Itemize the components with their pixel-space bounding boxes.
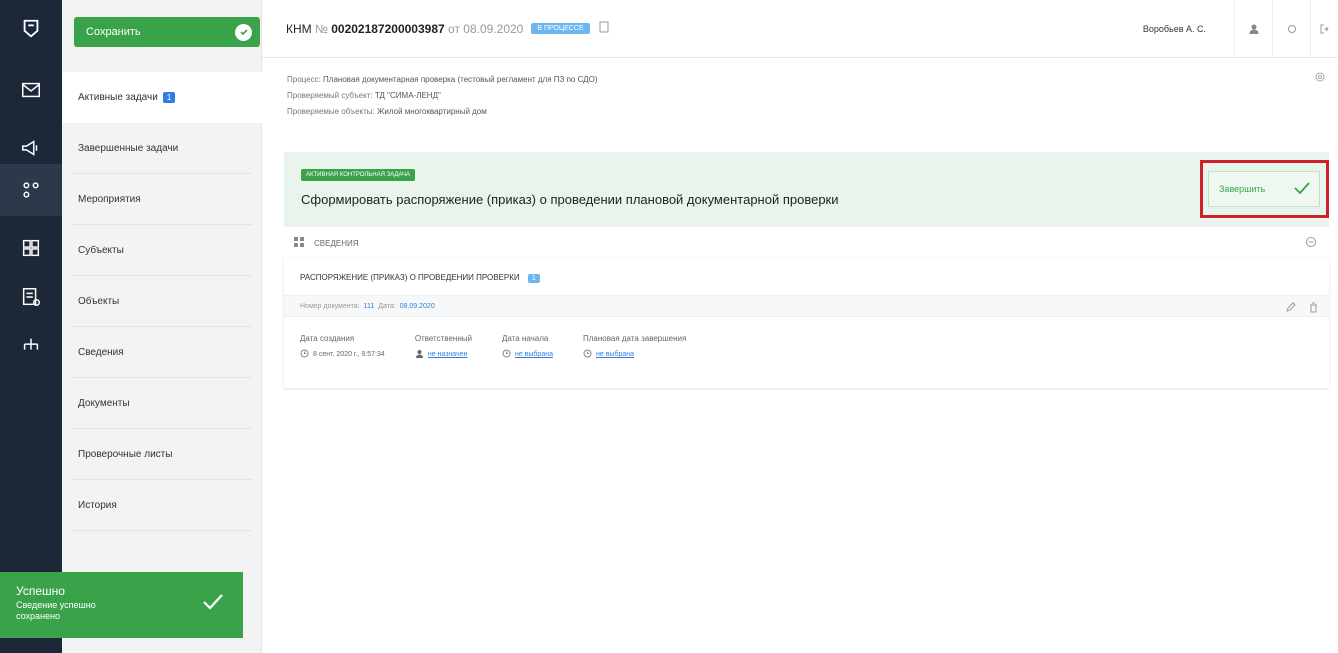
start-date-link[interactable]: не выбрана <box>515 351 553 358</box>
nav-item-completed-tasks[interactable]: Завершенные задачи <box>72 123 252 174</box>
field-responsible: Ответственный не назначен <box>415 334 472 360</box>
responsible-link[interactable]: не назначен <box>428 351 468 358</box>
task-title: Сформировать распоряжение (приказ) о про… <box>301 192 839 207</box>
title-prefix: КНМ <box>286 21 312 36</box>
doc-date-label: Дата: <box>378 302 396 310</box>
number-prefix: № <box>315 21 328 36</box>
document-card: РАСПОРЯЖЕНИЕ (ПРИКАЗ) О ПРОВЕДЕНИИ ПРОВЕ… <box>284 258 1329 388</box>
field-created: Дата создания 8 сент. 2020 г., 9:57:34 <box>300 334 385 360</box>
inspection-date: 08.09.2020 <box>463 21 524 36</box>
check-icon <box>1293 181 1311 197</box>
status-badge: В ПРОЦЕССЕ <box>531 23 590 34</box>
field-planned-end-date: Плановая дата завершения не выбрана <box>583 334 686 360</box>
gear-icon[interactable] <box>1314 70 1326 88</box>
nav-item-label: Проверочные листы <box>78 448 173 460</box>
nav-item-active-tasks[interactable]: Активные задачи 1 <box>62 72 262 123</box>
nav-item-label: Активные задачи <box>78 92 158 103</box>
finish-button[interactable]: Завершить <box>1208 171 1320 207</box>
user-icon <box>415 349 424 360</box>
check-icon <box>235 23 252 41</box>
field-label: Плановая дата завершения <box>582 334 687 343</box>
nav-item-history[interactable]: История <box>72 480 252 531</box>
report-icon[interactable] <box>0 271 62 323</box>
toast-message: Сведение успешно сохранено <box>16 600 96 621</box>
field-start-date: Дата начала не выбрана <box>502 334 553 360</box>
inspection-number: 00202187200003987 <box>331 21 445 36</box>
mail-icon[interactable] <box>0 64 62 116</box>
nav-item-label: Мероприятия <box>78 193 141 205</box>
subject-label: Проверяемый субъект: <box>287 91 373 100</box>
logout-icon[interactable] <box>1310 0 1338 58</box>
finish-button-label: Завершить <box>1219 184 1266 194</box>
edit-icon[interactable] <box>1285 300 1296 318</box>
field-label: Дата начала <box>501 334 549 343</box>
success-toast[interactable]: Успешно Сведение успешно сохранено <box>0 572 243 638</box>
save-button[interactable]: Сохранить <box>74 17 260 47</box>
document-icon[interactable] <box>598 20 610 38</box>
doc-date: 08.09.2020 <box>399 302 435 310</box>
nav-item-label: История <box>78 499 117 511</box>
nav-item-subjects[interactable]: Субъекты <box>72 225 252 276</box>
end-date-link[interactable]: не выбрана <box>596 351 634 358</box>
document-fields: Дата создания 8 сент. 2020 г., 9:57:34 О… <box>300 334 716 360</box>
toast-title: Успешно <box>16 584 65 598</box>
grid-icon[interactable] <box>0 222 62 274</box>
nav-item-objects[interactable]: Объекты <box>72 276 252 327</box>
finish-highlight: Завершить <box>1200 160 1329 218</box>
doc-number-label: Номер документа: <box>300 302 360 310</box>
document-title-row: РАСПОРЯЖЕНИЕ (ПРИКАЗ) О ПРОВЕДЕНИИ ПРОВЕ… <box>300 273 540 283</box>
document-meta: Номер документа: 111 Дата: 08.09.2020 <box>284 295 1329 317</box>
nav-item-label: Сведения <box>78 346 124 358</box>
user-icon[interactable] <box>1234 0 1272 58</box>
svedenia-row[interactable]: СВЕДЕНИЯ <box>284 230 1329 256</box>
nav-item-label: Субъекты <box>78 244 124 256</box>
task-tag: АКТИВНАЯ КОНТРОЛЬНАЯ ЗАДАЧА <box>301 169 416 181</box>
table-icon <box>294 237 304 249</box>
field-label: Дата создания <box>300 334 355 343</box>
page-title: КНМ № 00202187200003987 от 08.09.2020 <box>286 22 523 36</box>
nav-item-checklists[interactable]: Проверочные листы <box>72 429 252 480</box>
clock-icon <box>502 349 511 360</box>
objects-label: Проверяемые объекты: <box>287 107 375 116</box>
workflow-icon[interactable] <box>0 164 62 216</box>
nav-item-label: Документы <box>78 397 130 409</box>
nav-item-events[interactable]: Мероприятия <box>72 174 252 225</box>
svedenia-label: СВЕДЕНИЯ <box>314 238 359 248</box>
save-button-label: Сохранить <box>86 26 141 38</box>
document-title: РАСПОРЯЖЕНИЕ (ПРИКАЗ) О ПРОВЕДЕНИИ ПРОВЕ… <box>300 273 520 282</box>
field-value: 8 сент. 2020 г., 9:57:34 <box>313 351 385 358</box>
settings-icon[interactable] <box>1272 0 1310 58</box>
hierarchy-icon[interactable] <box>0 320 62 372</box>
inspection-info: Процесс: Плановая документарная проверка… <box>287 72 597 120</box>
nav-item-documents[interactable]: Документы <box>72 378 252 429</box>
check-icon <box>201 590 225 619</box>
nav-item-label: Объекты <box>78 295 120 307</box>
app-logo-icon[interactable] <box>0 0 62 58</box>
icon-rail <box>0 0 62 653</box>
clock-icon <box>300 349 309 360</box>
subject-value: ТД "СИМА-ЛЕНД" <box>374 91 441 100</box>
nav-item-info[interactable]: Сведения <box>72 327 252 378</box>
nav-item-label: Завершенные задачи <box>78 142 179 154</box>
objects-value: Жилой многоквартирный дом <box>377 107 487 116</box>
active-task-panel: АКТИВНАЯ КОНТРОЛЬНАЯ ЗАДАЧА Сформировать… <box>284 152 1329 227</box>
field-label: Ответственный <box>414 334 472 343</box>
date-prefix: от <box>448 21 460 36</box>
count-badge: 1 <box>162 92 176 103</box>
trash-icon[interactable] <box>1308 300 1319 318</box>
process-value: Плановая документарная проверка (тестовы… <box>323 75 598 84</box>
collapse-icon[interactable] <box>1305 236 1317 250</box>
user-name[interactable]: Воробьев А. С. <box>1143 24 1206 34</box>
clock-icon <box>583 349 592 360</box>
process-label: Процесс: <box>287 75 321 84</box>
section-nav: Сохранить Активные задачи 1 Завершенные … <box>62 0 262 653</box>
page-header: КНМ № 00202187200003987 от 08.09.2020 В … <box>262 0 1338 58</box>
doc-number: 111 <box>363 302 375 310</box>
count-badge: 1 <box>527 274 540 283</box>
